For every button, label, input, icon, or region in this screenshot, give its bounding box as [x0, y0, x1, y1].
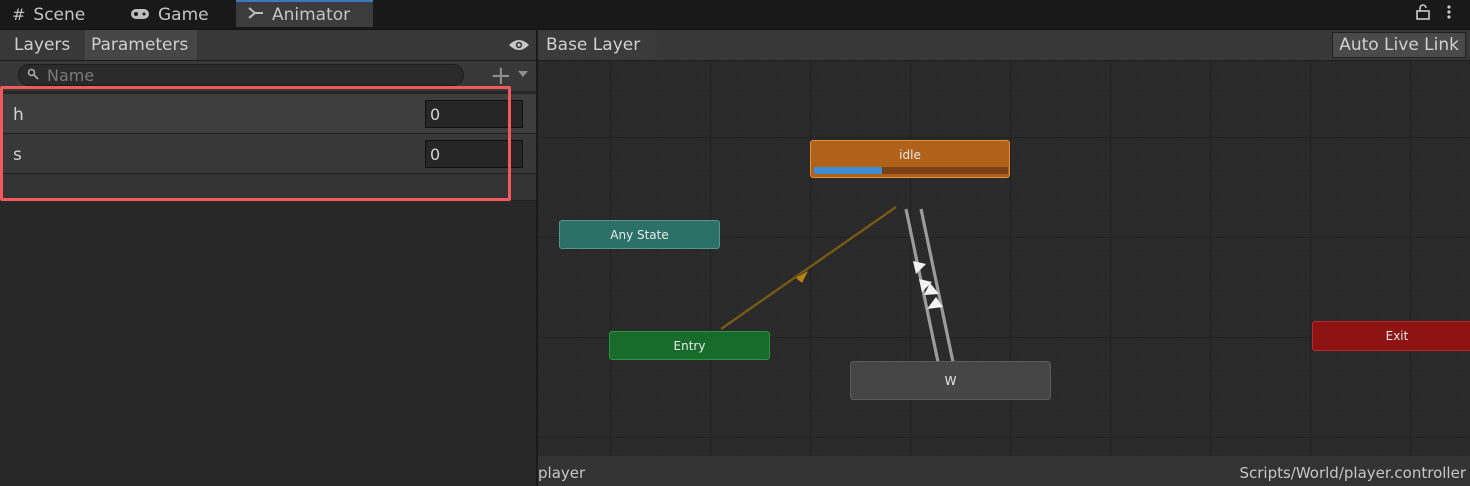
parameter-list: h s	[0, 94, 536, 201]
animator-icon	[248, 5, 264, 24]
graph-header: Base Layer Auto Live Link	[538, 30, 1470, 61]
tab-animator[interactable]: Animator	[236, 0, 373, 27]
parameter-name: s	[13, 145, 22, 165]
tab-game[interactable]: Game	[130, 0, 209, 29]
animator-graph[interactable]: Base Layer Auto Live Link idle Any State…	[538, 30, 1470, 486]
chevron-down-icon[interactable]	[518, 71, 528, 77]
state-entry[interactable]: Entry	[609, 331, 770, 360]
state-any-state-label: Any State	[610, 227, 669, 242]
gamepad-icon	[130, 5, 150, 24]
parameters-panel: Layers Parameters + h s	[0, 30, 536, 486]
grid-icon: #	[12, 5, 26, 24]
state-w[interactable]: W	[850, 361, 1051, 400]
state-exit[interactable]: Exit	[1312, 321, 1470, 351]
idle-progress-fill	[814, 167, 882, 174]
search-icon	[27, 68, 41, 83]
state-idle[interactable]: idle	[810, 140, 1010, 178]
parameter-row[interactable]: s	[0, 134, 536, 174]
state-idle-label: idle	[899, 148, 921, 162]
parameter-row[interactable]: h	[0, 94, 536, 134]
tab-scene-label: Scene	[33, 4, 86, 25]
add-parameter-icon[interactable]: +	[490, 63, 512, 89]
editor-tab-bar: # Scene Game Animator	[0, 0, 1470, 30]
kebab-menu-icon[interactable]	[1446, 4, 1452, 24]
tab-parameters[interactable]: Parameters	[85, 30, 197, 60]
tab-scene[interactable]: # Scene	[12, 0, 85, 29]
graph-status-bar: player Scripts/World/player.controller	[538, 456, 1470, 486]
lock-icon[interactable]	[1416, 4, 1430, 24]
parameter-name: h	[13, 105, 24, 125]
tab-game-label: Game	[158, 4, 209, 25]
parameter-value-input[interactable]	[425, 140, 523, 168]
controller-path: Scripts/World/player.controller	[1239, 464, 1466, 482]
breadcrumb-arrow	[648, 30, 658, 60]
left-panel-tabs: Layers Parameters	[0, 30, 536, 61]
tab-layers[interactable]: Layers	[8, 30, 76, 60]
auto-live-link-button[interactable]: Auto Live Link	[1332, 32, 1466, 58]
search-field[interactable]	[18, 64, 464, 86]
entry-to-idle-transition	[720, 206, 897, 330]
animator-object-name: player	[538, 464, 586, 482]
search-input[interactable]	[45, 64, 429, 86]
state-exit-label: Exit	[1385, 329, 1409, 343]
eye-icon[interactable]	[508, 37, 530, 51]
idle-progress-bar	[814, 167, 1008, 174]
breadcrumb[interactable]: Base Layer	[538, 30, 657, 60]
state-entry-label: Entry	[673, 338, 706, 353]
parameters-toolbar: +	[0, 61, 536, 91]
parameter-value-input[interactable]	[425, 100, 523, 128]
graph-canvas[interactable]: idle Any State Entry W Exit	[538, 61, 1470, 456]
state-w-label: W	[944, 373, 957, 388]
state-any-state[interactable]: Any State	[559, 220, 720, 249]
breadcrumb-label: Base Layer	[546, 35, 641, 55]
tab-animator-label: Animator	[272, 4, 351, 25]
parameter-list-footer	[0, 174, 536, 201]
